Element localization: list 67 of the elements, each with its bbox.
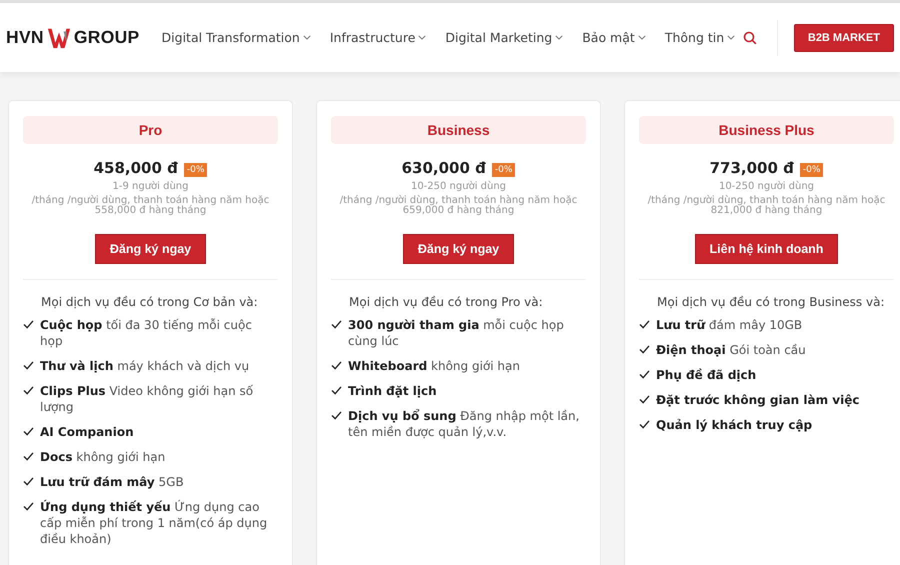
- nav-item[interactable]: Digital Marketing: [445, 30, 564, 45]
- feature-text: Clips Plus Video không giới hạn số lượng: [40, 383, 254, 415]
- check-icon: [23, 386, 34, 395]
- price: 773,000 đ: [710, 159, 794, 177]
- market-button[interactable]: B2B MARKET: [794, 24, 894, 52]
- feature-text: Docs không giới hạn: [40, 449, 166, 465]
- discount-badge: -0%: [492, 163, 516, 177]
- feature-text: Trình đặt lịch: [348, 383, 437, 399]
- user-range: 10-250 người dùng: [410, 181, 506, 192]
- feature-text: Điện thoại Gói toàn cầu: [656, 342, 806, 358]
- nav-item[interactable]: Bảo mật: [582, 30, 646, 45]
- discount-badge: -0%: [184, 163, 208, 177]
- check-icon: [331, 320, 342, 329]
- logo-text: GROUP: [74, 27, 140, 48]
- check-icon: [23, 361, 34, 370]
- feature-text: Ứng dụng thiết yếu Ứng dụng cao cấp miễn phí trong 1 năm(có áp dụng điều khoản): [40, 499, 268, 547]
- check-icon: [639, 320, 650, 329]
- plan-button[interactable]: Đăng ký ngay: [402, 234, 514, 264]
- user-range: 10-250 người dùng: [718, 181, 814, 192]
- price: 458,000 đ: [94, 159, 178, 177]
- feature-text: Thư và lịch máy khách và dịch vụ: [40, 358, 250, 374]
- features-intro: Mọi dịch vụ đều có trong Cơ bản và:: [40, 295, 258, 309]
- nav-item[interactable]: Thông tin: [664, 30, 736, 45]
- feature-text: AI Companion: [40, 424, 134, 440]
- plan-button[interactable]: Đăng ký ngay: [94, 234, 206, 264]
- billing-note: /tháng /người dùng, thanh toán hàng năm hoặc 659,000 đ hàng tháng: [338, 196, 578, 216]
- plan-title: Business Plus: [639, 116, 894, 144]
- check-icon: [331, 386, 342, 395]
- features-intro: Mọi dịch vụ đều có trong Business và:: [656, 295, 884, 309]
- nav-item[interactable]: Infrastructure: [330, 30, 426, 45]
- plan-button[interactable]: Liên hệ kinh doanh: [694, 234, 838, 264]
- check-icon: [639, 370, 650, 379]
- feature-text: 300 người tham gia mỗi cuộc họp cùng lúc: [348, 317, 565, 349]
- chevron-down-icon: [302, 35, 311, 40]
- check-icon: [23, 477, 34, 486]
- logo-text: HVN: [6, 27, 44, 48]
- plan-title: Pro: [23, 116, 278, 144]
- check-icon: [23, 427, 34, 436]
- check-icon: [23, 502, 34, 511]
- user-range: 1-9 người dùng: [112, 181, 188, 192]
- feature-text: Lưu trữ đám mây 5GB: [40, 474, 184, 490]
- discount-badge: -0%: [800, 163, 824, 177]
- check-icon: [639, 345, 650, 354]
- plan-title: Business: [331, 116, 586, 144]
- check-icon: [23, 320, 34, 329]
- nav-item[interactable]: Digital Transformation: [162, 30, 311, 45]
- check-icon: [23, 452, 34, 461]
- feature-text: Cuộc họp tối đa 30 tiếng mỗi cuộc họp: [40, 317, 253, 349]
- chevron-down-icon: [638, 35, 646, 40]
- billing-note: /tháng /người dùng, thanh toán hàng năm hoặc 821,000 đ hàng tháng: [646, 196, 886, 216]
- check-icon: [331, 361, 342, 370]
- check-icon: [331, 411, 342, 420]
- chevron-down-icon: [727, 35, 736, 40]
- feature-text: Phụ đề đã dịch: [656, 367, 756, 383]
- chevron-down-icon: [555, 35, 564, 40]
- feature-text: Dịch vụ bổ sung Đăng nhập một lần, tên miền được quản lý,v.v.: [348, 408, 580, 440]
- billing-note: /tháng /người dùng, thanh toán hàng năm hoặc 558,000 đ hàng tháng: [30, 196, 270, 216]
- feature-text: Đặt trước không gian làm việc: [656, 392, 860, 408]
- feature-text: Lưu trữ đám mây 10GB: [656, 317, 802, 333]
- check-icon: [639, 395, 650, 404]
- feature-text: Whiteboard không giới hạn: [348, 358, 520, 374]
- price: 630,000 đ: [402, 159, 486, 177]
- check-icon: [639, 420, 650, 429]
- feature-text: Quản lý khách truy cập: [656, 417, 812, 433]
- search-icon[interactable]: [742, 30, 757, 44]
- features-intro: Mọi dịch vụ đều có trong Pro và:: [348, 295, 543, 309]
- chevron-down-icon: [418, 35, 426, 40]
